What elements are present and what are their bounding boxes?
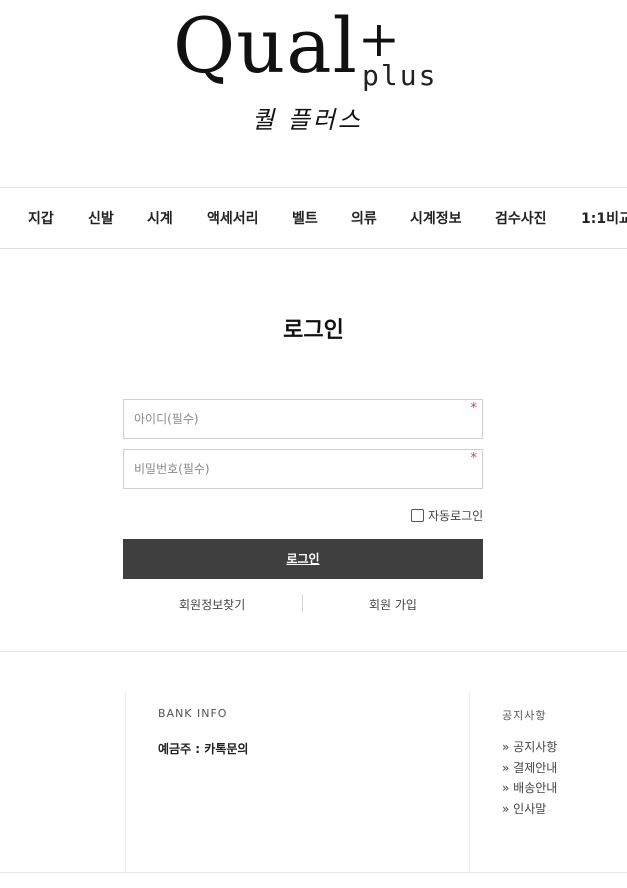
auto-login-option[interactable]: 자동로그인: [411, 507, 483, 523]
nav-item-watch[interactable]: 시계: [147, 208, 173, 228]
account-links: 회원정보찾기 회원 가입: [123, 594, 483, 614]
bank-info-text: 예금주 : 카톡문의: [158, 742, 249, 756]
notice-list: » 공지사항 » 결제안내 » 배송안내 » 인사말: [502, 740, 557, 822]
footer-bottom-border: [0, 872, 627, 873]
required-mark: *: [470, 401, 478, 416]
password-input[interactable]: [124, 450, 482, 488]
auto-login-label[interactable]: 자동로그인: [428, 507, 483, 524]
logo-korean-name: 퀄 플러스: [252, 106, 363, 134]
login-button[interactable]: 로그인: [123, 539, 483, 579]
find-account-link[interactable]: 회원정보찾기: [179, 596, 245, 613]
nav-item-shoes[interactable]: 신발: [88, 208, 114, 228]
auto-login-checkbox[interactable]: [411, 508, 424, 522]
page-title: 로그인: [283, 318, 344, 343]
notice-link-announcements[interactable]: » 공지사항: [502, 740, 557, 761]
footer-column-divider: [125, 692, 126, 872]
logo-wordmark: Qual: [173, 1, 358, 90]
nav-item-comparison[interactable]: 1:1비교: [581, 208, 627, 228]
nav-item-wallet[interactable]: 지갑: [28, 208, 54, 228]
site-logo[interactable]: Qual + plus 퀄 플러스: [0, 0, 627, 188]
password-field: *: [123, 449, 483, 489]
main-nav: 지갑 신발 시계 액세서리 벨트 의류 시계정보 검수사진 1:1비교: [0, 187, 627, 249]
footer-column-divider: [469, 692, 470, 872]
nav-item-inspection-photos[interactable]: 검수사진: [495, 208, 547, 228]
notice-link-shipping[interactable]: » 배송안내: [502, 781, 557, 802]
nav-item-clothing[interactable]: 의류: [351, 208, 377, 228]
nav-item-belt[interactable]: 벨트: [292, 208, 318, 228]
nav-item-watch-info[interactable]: 시계정보: [410, 208, 462, 228]
id-input[interactable]: [124, 400, 482, 438]
notice-link-greeting[interactable]: » 인사말: [502, 802, 557, 823]
notice-link-payment[interactable]: » 결제안내: [502, 761, 557, 782]
link-divider: [302, 594, 303, 612]
notice-heading: 공지사항: [502, 709, 547, 722]
id-field: *: [123, 399, 483, 439]
nav-item-accessory[interactable]: 액세서리: [207, 208, 259, 228]
signup-link[interactable]: 회원 가입: [369, 596, 417, 613]
required-mark: *: [470, 451, 478, 466]
bank-info-heading: BANK INFO: [158, 707, 228, 720]
footer-divider: [0, 651, 627, 652]
logo-plus-word: plus: [362, 59, 438, 92]
logo-plus-sign: +: [358, 10, 400, 68]
